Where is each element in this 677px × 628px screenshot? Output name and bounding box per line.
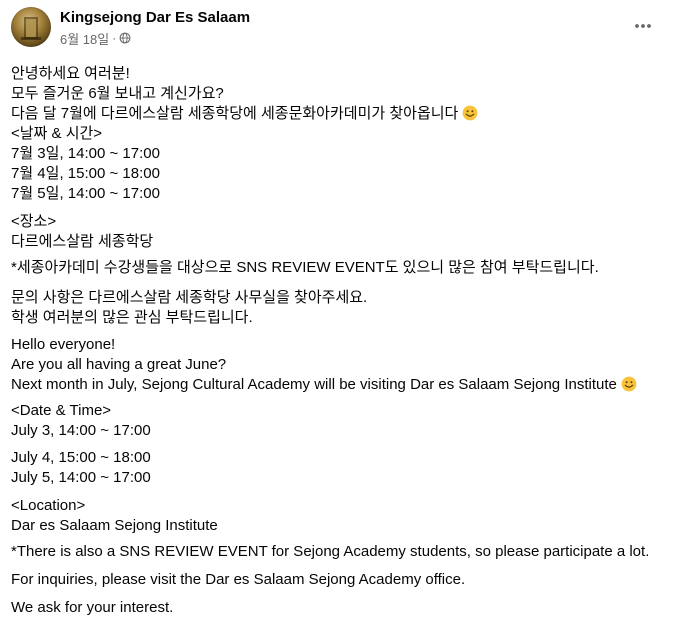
author-name[interactable]: Kingsejong Dar Es Salaam [60, 9, 250, 26]
text-line: 7월 4일, 15:00 ~ 18:00 [11, 165, 160, 182]
en-interest: We ask for your interest. [11, 598, 173, 618]
text-line: 학생 여러분의 많은 관심 부탁드립니다. [11, 309, 253, 326]
ko-inquiry: 문의 사항은 다르에스살람 세종학당 사무실을 찾아주세요. 학생 여러분의 많… [11, 288, 367, 328]
text-span: Next month in July, Sejong Cultural Acad… [11, 376, 617, 393]
smiley-face-icon [621, 376, 637, 392]
text-line: 안녕하세요 여러분! [11, 65, 130, 82]
text-line: 7월 5일, 14:00 ~ 17:00 [11, 185, 160, 202]
ko-dates: 7월 3일, 14:00 ~ 17:00 7월 4일, 15:00 ~ 18:0… [11, 144, 160, 204]
text-line: July 5, 14:00 ~ 17:00 [11, 469, 151, 486]
globe-icon [119, 32, 131, 44]
ko-greeting: 안녕하세요 여러분! 모두 즐거운 6월 보내고 계신가요? 다음 달 7월에 … [11, 64, 478, 124]
text-line: <장소> [11, 213, 57, 230]
text-line: 다음 달 7월에 다르에스살람 세종학당에 세종문화아카데미가 찾아옵니다 [11, 104, 478, 124]
en-dates: July 4, 15:00 ~ 18:00 July 5, 14:00 ~ 17… [11, 448, 151, 488]
ko-location: <장소> 다르에스살람 세종학당 [11, 212, 153, 252]
text-line: Next month in July, Sejong Cultural Acad… [11, 375, 637, 395]
academy-logo-icon [21, 17, 41, 40]
en-inquiry: For inquiries, please visit the Dar es S… [11, 570, 465, 590]
meta-separator: · [112, 31, 117, 45]
text-line: Hello everyone! [11, 336, 116, 353]
text-line: <날짜 & 시간> [11, 125, 103, 142]
post-timestamp[interactable]: 6월 18일 [60, 29, 109, 48]
profile-avatar[interactable] [11, 7, 51, 47]
more-options-icon [635, 24, 651, 28]
ko-date-header: <날짜 & 시간> [11, 124, 102, 144]
facebook-post: Kingsejong Dar Es Salaam 6월 18일 · 안녕하세요 … [0, 0, 677, 628]
text-line: We ask for your interest. [11, 599, 174, 616]
text-line: <Date & Time> [11, 402, 112, 419]
text-line: 모두 즐거운 6월 보내고 계신가요? [11, 85, 224, 102]
ko-event: *세종아카데미 수강생들을 대상으로 SNS REVIEW EVENT도 있으니… [11, 258, 599, 278]
en-date-header: <Date & Time> July 3, 14:00 ~ 17:00 [11, 401, 151, 441]
text-line: 다르에스살람 세종학당 [11, 233, 154, 250]
text-line: <Location> [11, 497, 86, 514]
text-line: *There is also a SNS REVIEW EVENT for Se… [11, 543, 650, 560]
text-line: 문의 사항은 다르에스살람 세종학당 사무실을 찾아주세요. [11, 289, 368, 306]
en-greeting: Hello everyone! Are you all having a gre… [11, 335, 637, 395]
text-line: July 3, 14:00 ~ 17:00 [11, 422, 151, 439]
text-line: For inquiries, please visit the Dar es S… [11, 571, 466, 588]
text-line: *세종아카데미 수강생들을 대상으로 SNS REVIEW EVENT도 있으니… [11, 259, 599, 276]
en-location: <Location> Dar es Salaam Sejong Institut… [11, 496, 218, 536]
post-meta: 6월 18일 · [60, 29, 131, 48]
text-span: 다음 달 7월에 다르에스살람 세종학당에 세종문화아카데미가 찾아옵니다 [11, 105, 459, 122]
text-line: July 4, 15:00 ~ 18:00 [11, 449, 151, 466]
text-line: 7월 3일, 14:00 ~ 17:00 [11, 145, 160, 162]
text-line: Are you all having a great June? [11, 356, 227, 373]
smiley-face-icon [462, 105, 478, 121]
text-line: Dar es Salaam Sejong Institute [11, 517, 218, 534]
en-event: *There is also a SNS REVIEW EVENT for Se… [11, 542, 649, 562]
more-options-button[interactable] [627, 10, 659, 42]
